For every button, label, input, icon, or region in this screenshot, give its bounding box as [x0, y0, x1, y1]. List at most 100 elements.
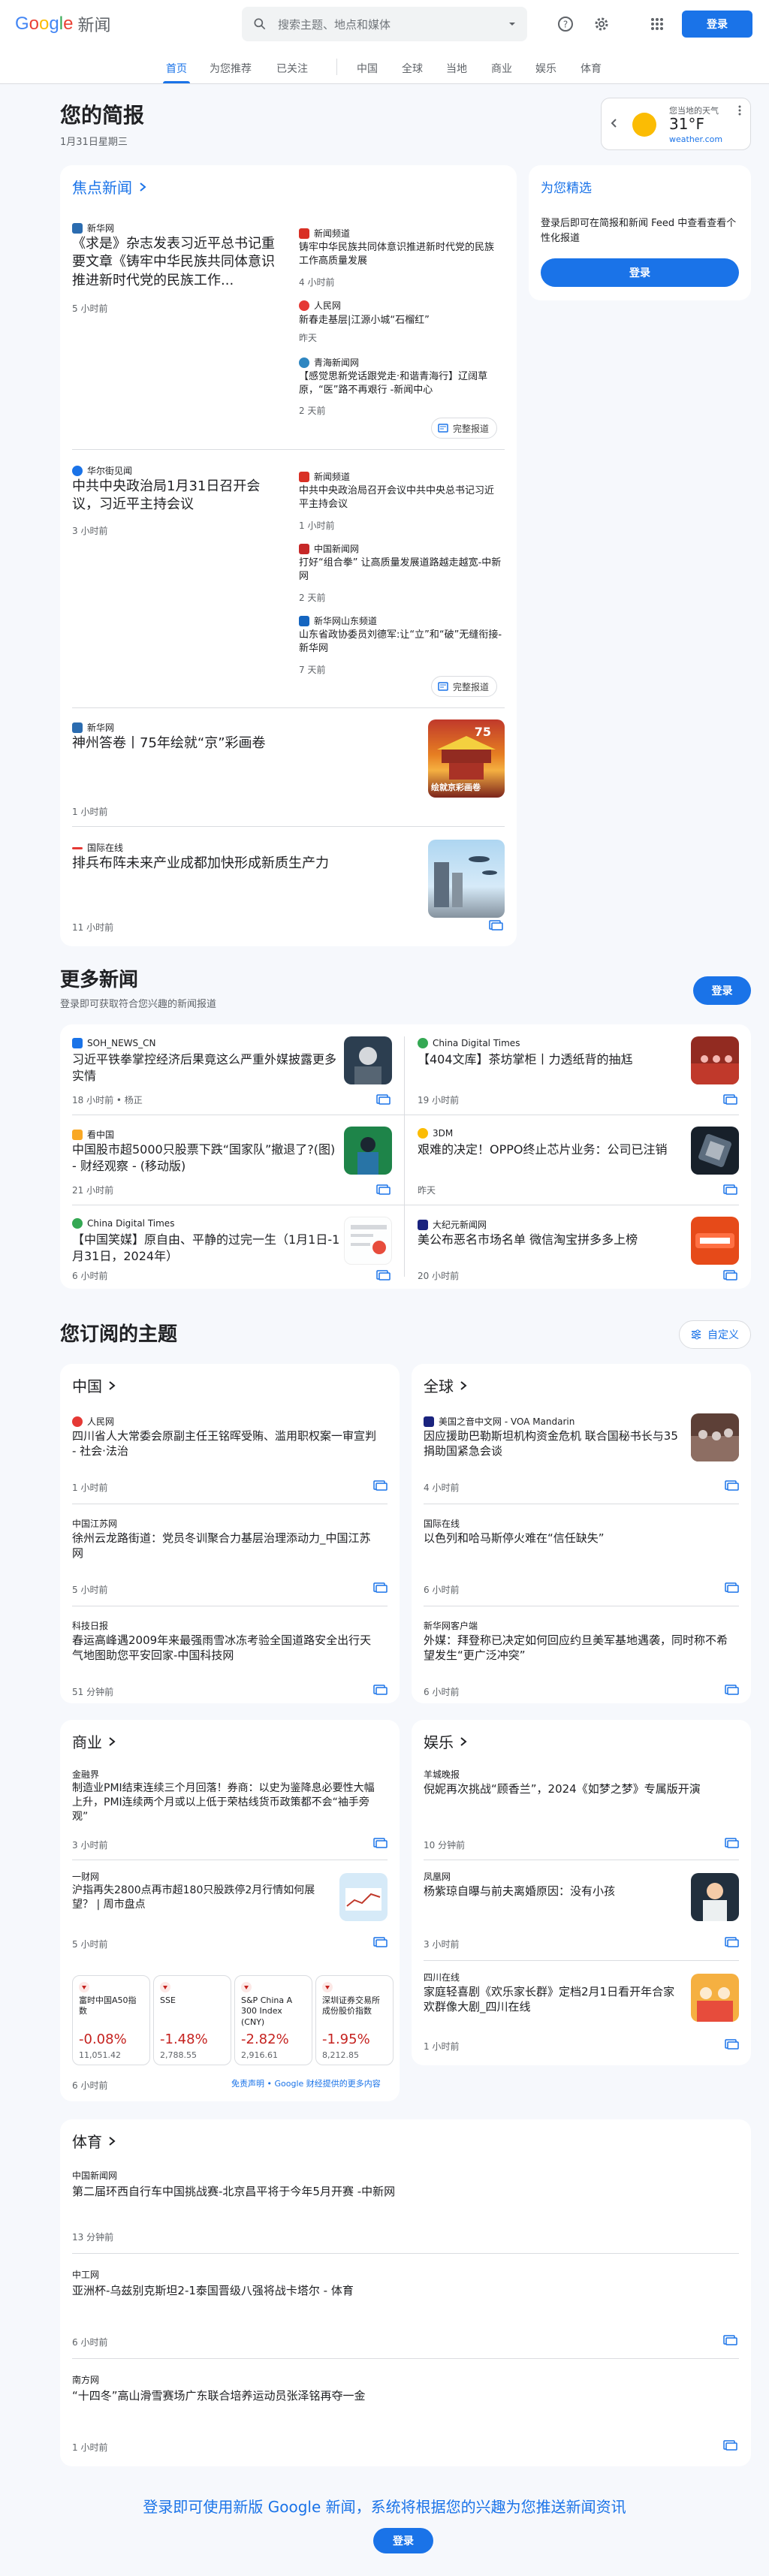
article-thumbnail[interactable]	[691, 1127, 739, 1175]
article-thumbnail[interactable]	[691, 1974, 739, 2022]
full-coverage-button[interactable]: 完整报道	[431, 676, 498, 697]
finance-disclaimer-link[interactable]: 免责声明 • Google 财经提供的更多内容	[231, 2077, 381, 2089]
more-coverage-icon[interactable]	[375, 1093, 391, 1109]
article-thumbnail[interactable]	[344, 1036, 392, 1084]
market-tile[interactable]: SSE -1.48% 2,788.55	[153, 1975, 231, 2065]
article-headline[interactable]: 中共中央政治局召开会议中共中央总书记习近平主持会议	[299, 484, 503, 511]
article-headline[interactable]: 第二届环西自行车中国挑战赛-北京昌平将于今年5月开赛 -中新网	[72, 2184, 718, 2199]
article-headline[interactable]: 因应援助巴勒斯坦机构资金危机 联合国秘书长与35捐助国紧急会谈	[424, 1428, 679, 1459]
topic-link-sports[interactable]: 体育	[72, 2130, 116, 2152]
article-headline[interactable]: 【感觉思新党话跟党走·和谐青海行】辽阔草原，“医”路不再艰行 -新闻中心	[299, 370, 503, 397]
article-thumbnail[interactable]	[339, 1873, 388, 1921]
header-signin-button[interactable]: 登录	[682, 11, 752, 38]
article-thumbnail[interactable]	[691, 1413, 739, 1461]
more-news-signin-button[interactable]: 登录	[693, 976, 751, 1005]
article-headline[interactable]: 【中国笑媒】原自由、平静的过完一生（1月1日-1月31日，2024年）	[72, 1232, 342, 1264]
more-coverage-icon[interactable]	[722, 1269, 737, 1284]
help-icon[interactable]: ?	[556, 15, 574, 33]
apps-grid-icon[interactable]	[648, 15, 666, 33]
settings-gear-icon[interactable]	[593, 15, 611, 33]
more-coverage-icon[interactable]	[372, 1582, 388, 1597]
more-coverage-icon[interactable]	[724, 1837, 739, 1852]
footer-signin-button[interactable]: 登录	[373, 2528, 433, 2553]
customize-button[interactable]: 自定义	[679, 1320, 751, 1349]
article-thumbnail[interactable]: 75 绘就京彩画卷	[428, 719, 505, 798]
more-coverage-icon[interactable]	[724, 1582, 739, 1597]
article-thumbnail[interactable]	[428, 840, 505, 918]
article-thumbnail[interactable]	[691, 1217, 739, 1265]
more-vert-icon[interactable]	[735, 104, 744, 116]
article-headline[interactable]: 中国股市超5000只股票下跌“国家队”撤退了?(图) - 财经观察 - (移动版…	[72, 1142, 342, 1174]
tab-china[interactable]: 中国	[357, 48, 378, 83]
article-headline[interactable]: 铸牢中华民族共同体意识推进新时代党的民族工作高质量发展	[299, 241, 503, 267]
tab-business[interactable]: 商业	[491, 48, 512, 83]
article-headline[interactable]: 《求是》杂志发表习近平总书记重要文章《铸牢中华民族共同体意识推进新时代党的民族工…	[72, 235, 281, 290]
search-box[interactable]: 搜索主题、地点和媒体	[242, 7, 527, 41]
article-headline[interactable]: 中共中央政治局1月31日召开会议，习近平主持会议	[72, 478, 281, 514]
more-coverage-icon[interactable]	[724, 2038, 739, 2053]
article-headline[interactable]: 新春走基层|江源小城“石榴红”	[299, 314, 503, 327]
market-tile[interactable]: 深圳证券交易所成份股价指数 -1.95% 8,212.85	[315, 1975, 394, 2065]
tab-for-you[interactable]: 为您推荐	[210, 48, 252, 83]
article-headline[interactable]: 以色列和哈马斯停火难在“信任缺失”	[424, 1531, 731, 1546]
article-headline[interactable]: 外媒：拜登称已决定如何回应约旦美军基地遇袭，同时称不希望发生“更广泛冲突”	[424, 1633, 731, 1664]
tab-entertainment[interactable]: 娱乐	[535, 48, 556, 83]
article-headline[interactable]: 沪指再失2800点再市超180只股跌停2月行情如何展望？ | 周市盘点	[72, 1884, 327, 1912]
dropdown-arrow-icon[interactable]	[508, 20, 517, 29]
more-coverage-icon[interactable]	[372, 1480, 388, 1495]
article-thumbnail[interactable]	[691, 1036, 739, 1084]
tab-local[interactable]: 当地	[446, 48, 467, 83]
article-headline[interactable]: 美公布恶名市场名单 微信淘宝拼多多上榜	[418, 1232, 673, 1248]
article-headline[interactable]: 亚洲杯-乌兹别克斯坦2-1泰国晋级八强将战卡塔尔 - 体育	[72, 2283, 718, 2298]
weather-source[interactable]: weather.com	[669, 134, 722, 144]
tab-home[interactable]: 首页	[163, 48, 190, 83]
article-headline[interactable]: 倪妮再次挑战“顾香兰”，2024《如梦之梦》专属版开演	[424, 1781, 731, 1796]
article-headline[interactable]: 习近平铁拳掌控经济后果竟这么严重外媒披露更多实情	[72, 1051, 342, 1084]
topic-link-business[interactable]: 商业	[72, 1730, 116, 1752]
article-headline[interactable]: 打好“组合拳” 让高质量发展道路越走越宽-中新网	[299, 557, 503, 583]
article-headline[interactable]: 家庭轻喜剧《欢乐家长群》定档2月1日看开年合家欢群像大剧_四川在线	[424, 1984, 679, 2015]
more-coverage-icon[interactable]	[375, 1184, 391, 1199]
topic-link-china[interactable]: 中国	[72, 1374, 116, 1396]
more-coverage-icon[interactable]	[372, 1837, 388, 1852]
more-coverage-icon[interactable]	[488, 919, 503, 934]
more-coverage-icon[interactable]	[724, 1480, 739, 1495]
article-headline[interactable]: 徐州云龙路街道：党员冬训聚合力基层治理添动力_中国江苏网	[72, 1531, 380, 1561]
article-headline[interactable]: 【404文库】茶坊掌柜丨力透纸背的抽尪	[418, 1051, 673, 1068]
article-thumbnail[interactable]	[344, 1217, 392, 1265]
article-headline[interactable]: 神州答卷丨75年绘就“京”彩画卷	[72, 734, 403, 753]
search-input[interactable]: 搜索主题、地点和媒体	[278, 17, 508, 32]
article-headline[interactable]: “十四冬”高山滑雪赛场广东联合培养运动员张泽铭再夺一金	[72, 2388, 718, 2403]
article-headline[interactable]: 春运高峰遇2009年来最强雨雪冰冻考验全国道路安全出行天气地图助您平安回家-中国…	[72, 1633, 380, 1664]
article-headline[interactable]: 艰难的决定！OPPO终止芯片业务：公司已注销	[418, 1142, 673, 1158]
tab-sports[interactable]: 体育	[581, 48, 602, 83]
topic-link-entertainment[interactable]: 娱乐	[424, 1730, 467, 1752]
search-icon[interactable]	[252, 17, 267, 32]
more-coverage-icon[interactable]	[372, 1684, 388, 1699]
topic-link-world[interactable]: 全球	[424, 1374, 467, 1396]
more-coverage-icon[interactable]	[724, 1936, 739, 1951]
article-thumbnail[interactable]	[344, 1127, 392, 1175]
more-coverage-icon[interactable]	[722, 1093, 737, 1109]
market-tile[interactable]: S&P China A 300 Index (CNY) -2.82% 2,916…	[234, 1975, 312, 2065]
more-coverage-icon[interactable]	[375, 1269, 391, 1284]
article-headline[interactable]: 山东省政协委员刘德军:让“立”和“破”无缝衔接-新华网	[299, 629, 503, 655]
weather-widget[interactable]: 您当地的天气 31°F weather.com	[601, 98, 751, 150]
top-stories-link[interactable]: 焦点新闻	[72, 176, 147, 198]
tab-following[interactable]: 已关注	[276, 48, 308, 83]
more-coverage-icon[interactable]	[722, 1184, 737, 1199]
more-coverage-icon[interactable]	[724, 1684, 739, 1699]
market-tile[interactable]: 富时中国A50指数 -0.08% 11,051.42	[72, 1975, 150, 2065]
picks-signin-button[interactable]: 登录	[541, 258, 739, 287]
article-headline[interactable]: 排兵布阵未来产业成都加快形成新质生产力	[72, 855, 403, 873]
article-headline[interactable]: 杨紫琼自曝与前夫离婚原因：没有小孩	[424, 1884, 679, 1899]
article-headline[interactable]: 四川省人大常委会原副主任王铭晖受贿、滥用职权案一审宣判 - 社会·法治	[72, 1428, 380, 1459]
tab-world[interactable]: 全球	[402, 48, 423, 83]
more-coverage-icon[interactable]	[722, 2334, 737, 2349]
more-coverage-icon[interactable]	[722, 2439, 737, 2454]
more-coverage-icon[interactable]	[372, 1936, 388, 1951]
full-coverage-button[interactable]: 完整报道	[431, 418, 498, 439]
article-thumbnail[interactable]	[691, 1873, 739, 1921]
chevron-left-icon[interactable]	[609, 118, 620, 128]
article-headline[interactable]: 制造业PMI结束连续三个月回落！券商：以史为鉴降息必要性大幅上升，PMI连续两个…	[72, 1781, 380, 1824]
